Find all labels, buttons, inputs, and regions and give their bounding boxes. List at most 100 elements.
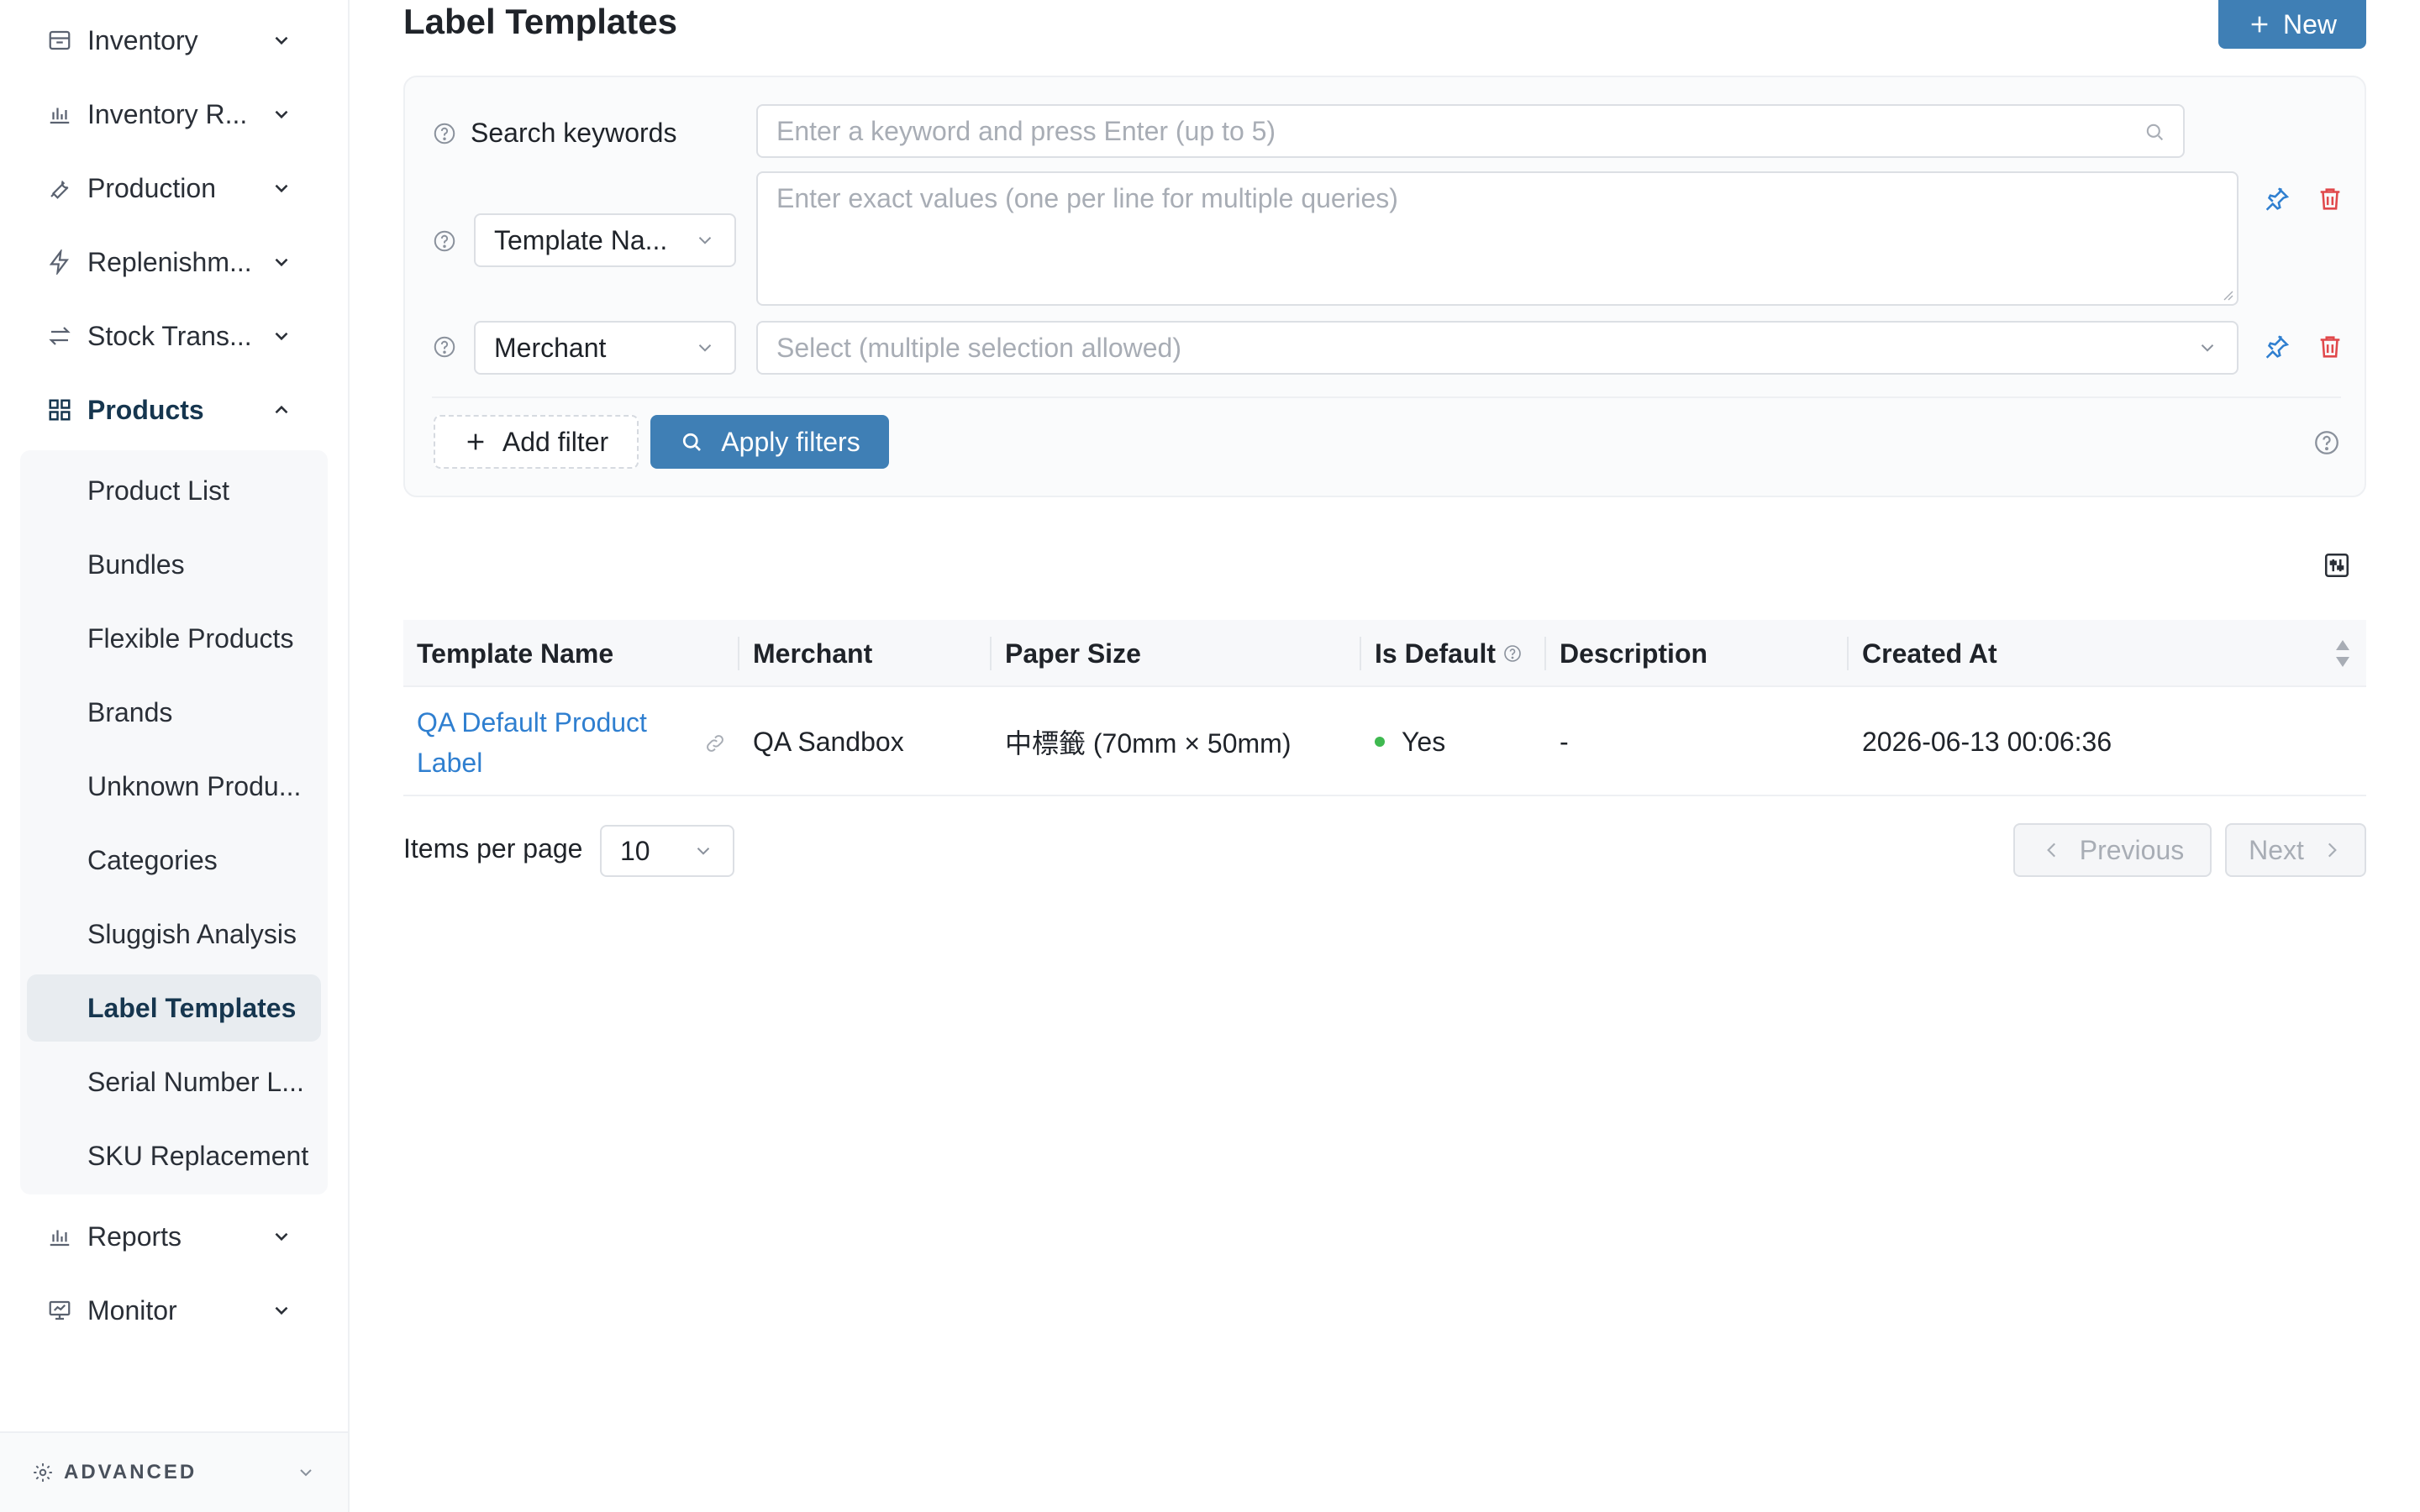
new-button[interactable]: New xyxy=(2218,0,2366,49)
sidebar-subitem-flexible-products[interactable]: Flexible Products xyxy=(27,605,321,672)
help-icon[interactable] xyxy=(432,121,457,146)
divider xyxy=(432,396,2341,398)
chevron-down-icon xyxy=(296,1462,316,1483)
sidebar-item-production[interactable]: Production xyxy=(0,151,350,225)
sidebar-item-replenishment[interactable]: Replenishm... xyxy=(0,225,350,299)
plus-icon xyxy=(464,430,487,454)
sidebar-item-inventory[interactable]: Inventory xyxy=(0,3,350,77)
cell-created-at: 2026-06-13 00:06:36 xyxy=(1862,726,2112,757)
apply-filters-label: Apply filters xyxy=(721,426,860,457)
next-button[interactable]: Next xyxy=(2225,823,2366,877)
gear-icon xyxy=(32,1462,54,1483)
sidebar-item-monitor[interactable]: Monitor xyxy=(0,1273,350,1347)
filter-field-select-value: Merchant xyxy=(494,332,607,363)
plus-icon xyxy=(2248,13,2271,36)
trash-icon[interactable] xyxy=(2316,185,2344,213)
sidebar-item-label: Stock Trans... xyxy=(87,320,252,351)
resize-handle-icon[interactable] xyxy=(2220,287,2233,301)
status-dot xyxy=(1375,737,1385,747)
chevron-down-icon xyxy=(692,840,714,862)
cell-merchant: QA Sandbox xyxy=(753,726,904,757)
chevron-down-icon xyxy=(271,29,292,51)
chevron-right-icon xyxy=(2321,839,2343,861)
column-separator xyxy=(1360,637,1361,670)
chevron-down-icon xyxy=(271,103,292,125)
column-header-is-default: Is Default xyxy=(1375,620,1523,687)
sidebar-subitem-label-templates[interactable]: Label Templates xyxy=(27,974,321,1042)
sidebar-item-inventory-reports[interactable]: Inventory R... xyxy=(0,77,350,151)
column-separator xyxy=(738,637,739,670)
advanced-toggle[interactable]: ADVANCED xyxy=(0,1431,348,1512)
column-header-paper-size: Paper Size xyxy=(1005,638,1141,669)
help-icon[interactable] xyxy=(1502,643,1523,664)
table-header: Template Name Merchant Paper Size Is Def… xyxy=(403,620,2366,687)
add-filter-label: Add filter xyxy=(502,426,609,457)
filter-panel: Search keywords Enter a keyword and pres… xyxy=(403,76,2366,497)
sidebar-item-label: Production xyxy=(87,172,216,203)
chevron-down-icon xyxy=(2196,337,2218,359)
sidebar-subitem-product-list[interactable]: Product List xyxy=(27,457,321,524)
sidebar-subitem-unknown-products[interactable]: Unknown Produ... xyxy=(27,753,321,820)
sidebar-item-label: Monitor xyxy=(87,1294,177,1326)
cell-description: - xyxy=(1560,726,1569,757)
textarea-placeholder: Enter exact values (one per line for mul… xyxy=(776,183,1398,213)
apply-filters-button[interactable]: Apply filters xyxy=(650,415,889,469)
add-filter-button[interactable]: Add filter xyxy=(434,415,639,469)
pin-icon[interactable] xyxy=(2262,185,2291,213)
column-header-created-at: Created At xyxy=(1862,638,1997,669)
column-header-description: Description xyxy=(1560,638,1708,669)
sort-icon[interactable] xyxy=(2333,637,2353,670)
chevron-up-icon xyxy=(271,399,292,421)
pin-icon[interactable] xyxy=(2262,333,2291,361)
monitor-icon xyxy=(47,1298,72,1323)
link-icon[interactable] xyxy=(704,732,726,754)
column-separator xyxy=(990,637,992,670)
trash-icon[interactable] xyxy=(2316,333,2344,361)
sidebar-subitem-categories[interactable]: Categories xyxy=(27,827,321,894)
previous-label: Previous xyxy=(2079,834,2185,865)
filter-field-select-merchant[interactable]: Merchant xyxy=(474,321,736,375)
previous-button[interactable]: Previous xyxy=(2013,823,2212,877)
filter-field-select-value: Template Na... xyxy=(494,224,668,255)
wrench-icon xyxy=(47,176,72,201)
column-separator xyxy=(1544,637,1546,670)
bar-chart-icon xyxy=(47,1224,72,1249)
search-input[interactable]: Enter a keyword and press Enter (up to 5… xyxy=(756,104,2185,158)
products-submenu: Product List Bundles Flexible Products B… xyxy=(20,450,328,1194)
column-settings-icon[interactable] xyxy=(2323,551,2351,580)
inventory-icon xyxy=(47,28,72,53)
template-name-textarea[interactable]: Enter exact values (one per line for mul… xyxy=(756,171,2238,306)
merchant-multiselect[interactable]: Select (multiple selection allowed) xyxy=(756,321,2238,375)
chevron-down-icon xyxy=(271,1299,292,1321)
help-icon[interactable] xyxy=(2312,428,2341,457)
sidebar-item-reports[interactable]: Reports xyxy=(0,1200,350,1273)
sidebar-item-stock-transfer[interactable]: Stock Trans... xyxy=(0,299,350,373)
help-icon[interactable] xyxy=(432,228,457,254)
chevron-down-icon xyxy=(694,337,716,359)
help-icon[interactable] xyxy=(432,334,457,360)
cell-paper-size: 中標籤 (70mm × 50mm) xyxy=(1005,728,1292,759)
chevron-left-icon xyxy=(2041,839,2063,861)
column-separator xyxy=(1847,637,1849,670)
merchant-placeholder: Select (multiple selection allowed) xyxy=(776,332,1181,363)
sidebar-subitem-sku-replacement[interactable]: SKU Replacement xyxy=(27,1122,321,1189)
filter-field-select-template-name[interactable]: Template Na... xyxy=(474,213,736,267)
sidebar-subitem-serial-number[interactable]: Serial Number L... xyxy=(27,1048,321,1116)
template-name-link[interactable]: QA Default Product Label xyxy=(417,702,686,783)
sidebar-item-label: Replenishm... xyxy=(87,246,252,277)
column-header-template-name: Template Name xyxy=(417,638,614,669)
sidebar-subitem-sluggish-analysis[interactable]: Sluggish Analysis xyxy=(27,900,321,968)
transfer-icon xyxy=(47,323,72,349)
sidebar-subitem-brands[interactable]: Brands xyxy=(27,679,321,746)
items-per-page-select[interactable]: 10 xyxy=(600,825,734,877)
table-row: QA Default Product Label QA Sandbox 中標籤 … xyxy=(403,687,2366,796)
advanced-label: ADVANCED xyxy=(64,1461,197,1483)
sidebar-item-products[interactable]: Products xyxy=(0,373,350,447)
search-placeholder: Enter a keyword and press Enter (up to 5… xyxy=(776,116,1276,146)
chevron-down-icon xyxy=(271,325,292,347)
items-per-page-value: 10 xyxy=(620,835,650,866)
sidebar-subitem-bundles[interactable]: Bundles xyxy=(27,531,321,598)
chevron-down-icon xyxy=(271,177,292,199)
search-icon xyxy=(2143,120,2166,144)
column-header-merchant: Merchant xyxy=(753,638,873,669)
